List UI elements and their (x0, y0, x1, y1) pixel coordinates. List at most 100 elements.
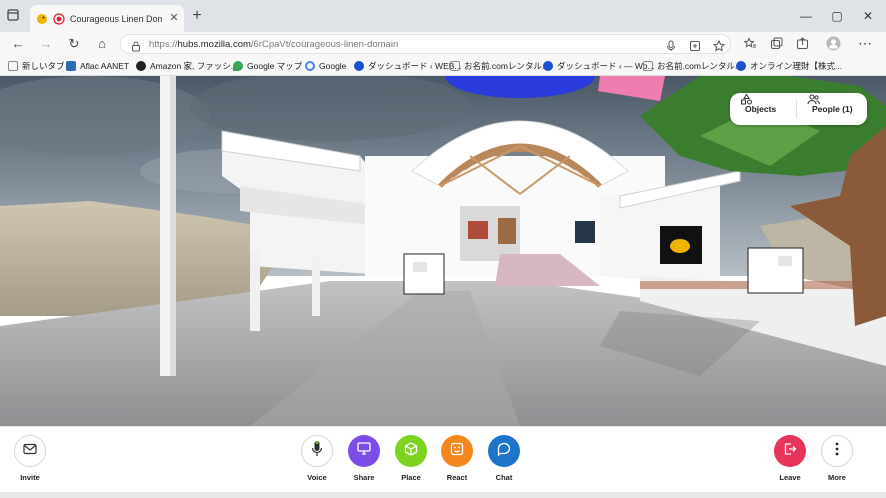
browser-menu-button[interactable]: ⋯ (857, 35, 873, 51)
place-button[interactable]: Place (395, 435, 427, 491)
chat-circle[interactable] (488, 435, 520, 467)
bookmark-item[interactable]: Google マップ (233, 60, 302, 72)
globe-icon (543, 61, 553, 71)
chat-bubble-icon (497, 442, 511, 461)
more-circle[interactable] (821, 435, 853, 467)
microphone-icon (311, 440, 323, 463)
bookmark-item[interactable]: Amazon 家, ファッシ... (136, 60, 238, 72)
page-icon (450, 61, 460, 71)
bookmark-item[interactable]: ダッシュボード ‹ WEB... (354, 60, 462, 72)
objects-button[interactable]: Objects (740, 93, 776, 125)
url-text: https://hubs.mozilla.com/6rCpaVt/courage… (149, 39, 398, 50)
bookmark-label: お名前.comレンタル... (464, 61, 550, 71)
bookmark-label: ダッシュボード ‹ WEB... (368, 61, 462, 71)
place-circle[interactable] (395, 435, 427, 467)
bookmark-label: 新しいタブ (22, 61, 65, 71)
hubs-3d-viewport[interactable]: Objects People (1) (0, 76, 886, 426)
react-label: React (446, 473, 468, 482)
address-bar[interactable]: https://hubs.mozilla.com/6rCpaVt/courage… (120, 34, 731, 54)
maps-icon (233, 61, 243, 71)
panel-divider (796, 100, 797, 118)
favorites-icon[interactable] (743, 37, 757, 50)
hubs-toolbar: Invite Voice Share Place React Chat Leav… (0, 426, 886, 492)
page-icon (8, 61, 18, 71)
bookmark-item[interactable]: ダッシュボード ‹ — Wo... (543, 60, 655, 72)
collections-icon[interactable] (770, 37, 783, 50)
bookmark-item[interactable]: 新しいタブ (8, 60, 65, 72)
globe-icon (354, 61, 364, 71)
lock-icon (131, 39, 141, 57)
bookmark-item[interactable]: Aflac AANET (66, 60, 129, 72)
more-label: More (828, 473, 846, 482)
duck-favicon-icon (36, 12, 48, 30)
share-circle[interactable] (348, 435, 380, 467)
forward-button[interactable]: → (38, 36, 54, 52)
new-tab-button[interactable]: + (190, 8, 204, 24)
share-label: Share (353, 473, 375, 482)
browser-toolbar: ← → ↻ ⌂ https://hubs.mozilla.com/6rCpaVt… (0, 32, 886, 56)
mail-icon (23, 442, 37, 460)
recording-icon (53, 12, 65, 30)
bookmark-item[interactable]: お名前.comレンタル... (450, 60, 549, 72)
scene-render (0, 76, 886, 426)
exit-icon (783, 442, 797, 461)
leave-circle[interactable] (774, 435, 806, 467)
profile-avatar-icon[interactable] (826, 36, 841, 51)
window-close-button[interactable]: ✕ (862, 10, 874, 22)
bookmark-label: オンライン理財【株式... (750, 61, 843, 71)
taskbar-edge (0, 492, 886, 498)
bookmark-item[interactable]: オンライン理財【株式... (736, 60, 842, 72)
tab-close-icon[interactable]: ✕ (168, 12, 180, 24)
url-host: hubs.mozilla.com (177, 39, 251, 50)
share-button[interactable]: Share (348, 435, 380, 491)
page-icon (643, 61, 653, 71)
bookmark-label: ダッシュボード ‹ — Wo... (557, 61, 655, 71)
tab-active[interactable]: Courageous Linen Domain ✕ (30, 5, 184, 32)
url-scheme: https:// (149, 39, 178, 50)
tab-actions-icon[interactable] (6, 8, 22, 24)
invite-button[interactable]: Invite (14, 435, 46, 491)
bookmark-item[interactable]: Google (305, 60, 346, 72)
amazon-icon (136, 61, 146, 71)
url-path: /6rCpaVt/courageous-linen-domain (250, 39, 399, 50)
bookmark-label: Amazon 家, ファッシ... (150, 61, 238, 71)
minimize-button[interactable]: — (800, 10, 812, 22)
invite-circle[interactable] (14, 435, 46, 467)
react-button[interactable]: React (441, 435, 473, 491)
tab-title: Courageous Linen Domain (70, 14, 162, 24)
maximize-button[interactable]: ▢ (831, 10, 843, 22)
cube-icon (404, 441, 418, 461)
reload-button[interactable]: ↻ (66, 36, 82, 52)
scene-top-panel: Objects People (1) (730, 93, 867, 125)
kiosk-right (747, 247, 804, 294)
bookmarks-bar: 新しいタブ Aflac AANET Amazon 家, ファッシ... Goog… (0, 56, 886, 76)
leave-label: Leave (779, 473, 801, 482)
favorite-star-icon[interactable] (712, 39, 726, 52)
bookmark-label: お名前.comレンタル... (657, 61, 743, 71)
chat-button[interactable]: Chat (488, 435, 520, 491)
tab-strip: Courageous Linen Domain ✕ + — ▢ ✕ (0, 0, 886, 32)
kiosk-left (403, 253, 445, 295)
app-available-icon[interactable] (689, 39, 701, 51)
globe-icon (736, 61, 746, 71)
voice-button[interactable]: Voice (301, 435, 333, 491)
people-button[interactable]: People (1) (807, 93, 853, 125)
invite-label: Invite (20, 473, 40, 482)
microphone-icon[interactable] (665, 39, 677, 51)
bookmark-label: Aflac AANET (80, 61, 130, 71)
share-page-icon[interactable] (796, 37, 809, 50)
voice-circle[interactable] (301, 435, 333, 467)
more-button[interactable]: More (821, 435, 853, 491)
place-label: Place (401, 473, 421, 482)
react-circle[interactable] (441, 435, 473, 467)
google-icon (305, 61, 315, 71)
voice-label: Voice (307, 473, 327, 482)
home-button[interactable]: ⌂ (94, 36, 110, 52)
bookmark-item[interactable]: お名前.comレンタル... (643, 60, 742, 72)
more-vertical-icon (835, 442, 839, 461)
back-button[interactable]: ← (10, 36, 26, 52)
bookmark-label: Google マップ (247, 61, 303, 71)
emoji-icon (450, 442, 464, 461)
leave-button[interactable]: Leave (774, 435, 806, 491)
aflac-icon (66, 61, 76, 71)
